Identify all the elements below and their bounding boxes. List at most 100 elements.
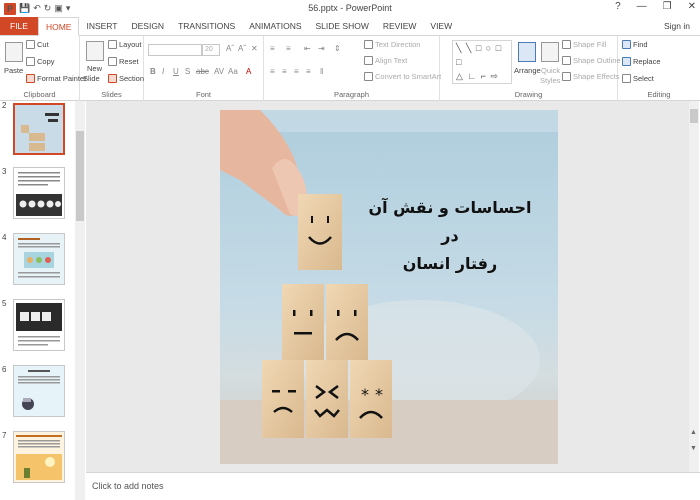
align-left-button[interactable]: ≡: [270, 67, 275, 76]
layout-icon: [108, 40, 117, 49]
tab-review[interactable]: REVIEW: [376, 17, 424, 35]
notes-pane[interactable]: Click to add notes: [86, 472, 700, 500]
justify-button[interactable]: ≡: [306, 67, 311, 76]
paste-icon[interactable]: [5, 42, 23, 62]
text-direction-icon: [364, 40, 373, 49]
new-slide-dropdown[interactable]: Slide: [83, 74, 100, 83]
layout-button[interactable]: Layout: [108, 40, 142, 49]
clipboard-group: Paste Cut Copy Format Painter Clipboard: [0, 36, 87, 101]
tab-home[interactable]: HOME: [37, 17, 80, 36]
text-direction-button[interactable]: Text Direction: [364, 40, 420, 49]
redo-icon[interactable]: ↻: [44, 3, 52, 14]
tab-design[interactable]: DESIGN: [124, 17, 171, 35]
paragraph-label: Paragraph: [333, 90, 370, 99]
quick-styles-icon[interactable]: [541, 42, 559, 62]
tab-slide-show[interactable]: SLIDE SHOW: [309, 17, 376, 35]
paste-button[interactable]: Paste: [4, 66, 23, 75]
slides-label: Slides: [101, 90, 122, 99]
clear-formatting-button[interactable]: ✕: [251, 44, 258, 53]
thumbnail-slide-7[interactable]: [13, 431, 65, 483]
change-case-button[interactable]: Aa: [228, 67, 238, 76]
slide-title-line-2: رفتار انسان: [402, 254, 498, 273]
slides-group: New Slide Layout Reset Section Slides: [80, 36, 144, 101]
next-slide-icon[interactable]: ▼: [690, 445, 697, 452]
save-icon[interactable]: 💾: [19, 3, 30, 14]
thumb-3-preview: [14, 168, 64, 218]
cut-button[interactable]: Cut: [26, 40, 49, 49]
increase-indent-button[interactable]: ⇥: [318, 44, 325, 53]
editor-scroll-thumb[interactable]: [690, 109, 698, 123]
thumb-number: 2: [2, 101, 7, 110]
shrink-font-button[interactable]: Aˇ: [238, 44, 246, 53]
thumbnail-slide-6[interactable]: [13, 365, 65, 417]
grow-font-button[interactable]: Aˆ: [226, 44, 234, 53]
new-slide-button[interactable]: New: [87, 64, 102, 73]
thumb-6-preview: [14, 366, 64, 416]
thumbnail-scroll-thumb[interactable]: [76, 131, 84, 221]
thumbnail-scrollbar[interactable]: [75, 101, 85, 500]
tab-file[interactable]: FILE: [0, 17, 38, 35]
align-text-icon: [364, 56, 373, 65]
editor-scrollbar[interactable]: ▲ ▼: [689, 101, 699, 472]
tab-insert[interactable]: INSERT: [79, 17, 124, 35]
section-button[interactable]: Section: [108, 74, 144, 83]
convert-smartart-button[interactable]: Convert to SmartArt: [364, 72, 441, 81]
bold-button[interactable]: B: [150, 67, 156, 76]
columns-button[interactable]: ‖: [320, 67, 323, 76]
thumbnail-slide-3[interactable]: [13, 167, 65, 219]
tab-animations[interactable]: ANIMATIONS: [242, 17, 308, 35]
sign-in-link[interactable]: Sign in: [664, 17, 700, 35]
shapes-gallery[interactable]: ╲ ╲ □ ○ □ □△ ∟ ⌐ ⇨ ⇩ ⇦⌒ ⌒ ⌒ { } ☆: [452, 40, 512, 84]
arrange-icon[interactable]: [518, 42, 536, 62]
align-center-button[interactable]: ≡: [282, 67, 287, 76]
numbering-button[interactable]: ≡: [286, 44, 291, 53]
slide-background-photo: * *: [220, 110, 558, 464]
font-color-button[interactable]: A: [246, 67, 251, 76]
thumb-number: 6: [2, 365, 7, 374]
shape-fill-button[interactable]: Shape Fill: [562, 40, 606, 49]
window-title: 56.pptx - PowerPoint: [308, 3, 392, 13]
italic-button[interactable]: I: [162, 67, 164, 76]
reset-button[interactable]: Reset: [108, 57, 139, 66]
underline-button[interactable]: U: [173, 67, 179, 76]
shadow-button[interactable]: S: [185, 67, 190, 76]
drawing-label: Drawing: [514, 90, 543, 99]
present-icon[interactable]: ▣: [54, 3, 63, 14]
tab-transitions[interactable]: TRANSITIONS: [171, 17, 242, 35]
thumb-7-preview: [14, 432, 64, 482]
quick-styles-label: Styles: [540, 76, 561, 85]
tab-view[interactable]: VIEW: [423, 17, 459, 35]
close-icon[interactable]: ✕: [688, 1, 696, 12]
decrease-indent-button[interactable]: ⇤: [304, 44, 311, 53]
undo-icon[interactable]: ↶: [33, 3, 41, 14]
char-spacing-button[interactable]: AV: [214, 67, 224, 76]
slide-title[interactable]: احساسات و نقش آن در رفتار انسان: [360, 194, 540, 278]
current-slide[interactable]: * * احساسات و نقش آن در رفتار انسان: [220, 110, 558, 464]
copy-button[interactable]: Copy: [26, 57, 55, 66]
minimize-icon[interactable]: —: [637, 1, 647, 12]
find-button[interactable]: Find: [622, 40, 648, 49]
new-slide-icon[interactable]: [86, 41, 104, 61]
bullets-button[interactable]: ≡: [270, 44, 275, 53]
thumbnail-slide-5[interactable]: [13, 299, 65, 351]
strikethrough-button[interactable]: abc: [196, 67, 209, 76]
prev-slide-icon[interactable]: ▲: [690, 429, 697, 436]
font-name-combo[interactable]: [148, 44, 202, 56]
select-button[interactable]: Select: [622, 74, 654, 83]
binoculars-icon: [622, 40, 631, 49]
quick-styles-button[interactable]: Quick: [541, 66, 560, 75]
arrange-button[interactable]: Arrange: [514, 66, 541, 75]
align-right-button[interactable]: ≡: [294, 67, 299, 76]
shape-outline-button[interactable]: Shape Outline: [562, 56, 621, 65]
thumbnail-slide-2[interactable]: [13, 103, 65, 155]
thumbnail-slide-4[interactable]: [13, 233, 65, 285]
shape-effects-button[interactable]: Shape Effects: [562, 72, 620, 81]
replace-button[interactable]: Replace: [622, 57, 661, 66]
align-text-button[interactable]: Align Text: [364, 56, 407, 65]
help-icon[interactable]: ?: [615, 1, 621, 12]
format-painter-button[interactable]: Format Painter: [26, 74, 87, 83]
font-size-combo[interactable]: 20: [202, 44, 220, 56]
restore-icon[interactable]: ❐: [663, 1, 672, 12]
customize-qat-icon[interactable]: ▾: [66, 3, 71, 14]
line-spacing-button[interactable]: ⇕: [334, 44, 341, 53]
